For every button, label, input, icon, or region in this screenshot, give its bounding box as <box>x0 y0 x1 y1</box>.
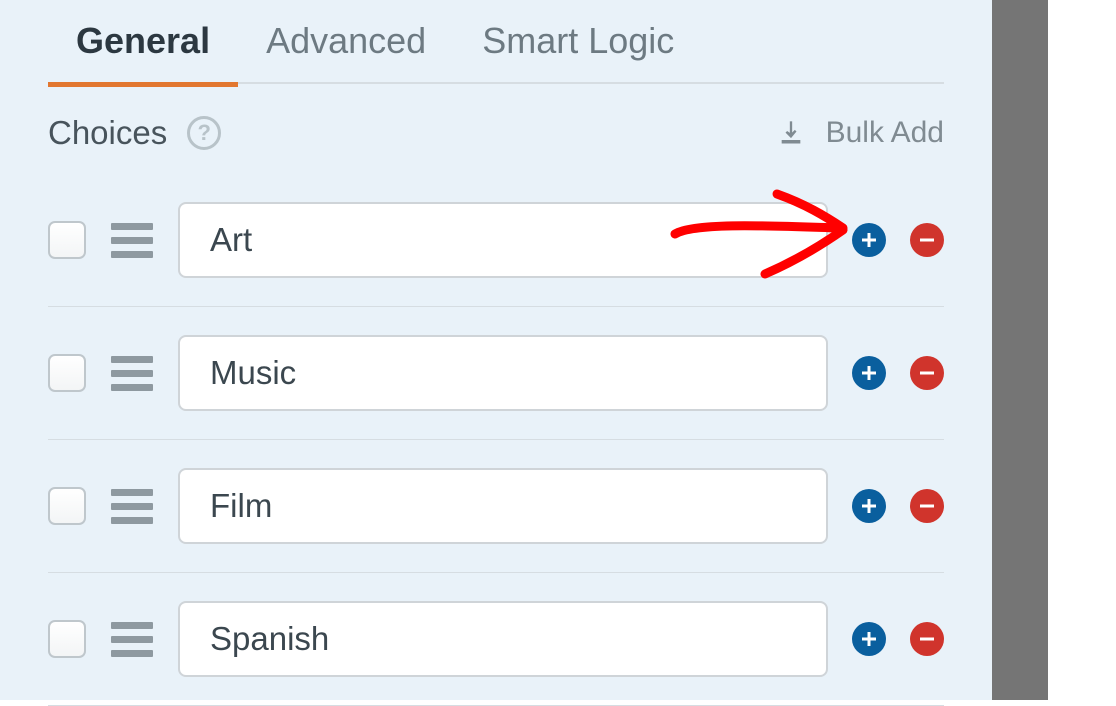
choice-input[interactable] <box>178 335 828 411</box>
choices-label-group: Choices ? <box>48 114 221 152</box>
download-icon <box>776 119 806 147</box>
choice-row <box>48 174 944 307</box>
tab-advanced[interactable]: Advanced <box>266 20 426 82</box>
choices-label: Choices <box>48 114 167 152</box>
right-gutter <box>1048 0 1116 700</box>
bulk-add-label: Bulk Add <box>826 116 944 150</box>
remove-choice-button[interactable] <box>910 223 944 257</box>
choice-row <box>48 307 944 440</box>
choice-row <box>48 573 944 706</box>
settings-panel: General Advanced Smart Logic Choices ? B… <box>0 0 992 700</box>
drag-handle-icon[interactable] <box>110 489 154 524</box>
remove-choice-button[interactable] <box>910 622 944 656</box>
choice-input[interactable] <box>178 468 828 544</box>
choice-default-checkbox[interactable] <box>48 221 86 259</box>
tab-general[interactable]: General <box>76 20 210 82</box>
choice-input[interactable] <box>178 601 828 677</box>
scrollbar-track[interactable] <box>992 0 1048 700</box>
choices-header: Choices ? Bulk Add <box>48 84 944 174</box>
bulk-add-button[interactable]: Bulk Add <box>776 116 944 150</box>
drag-handle-icon[interactable] <box>110 223 154 258</box>
drag-handle-icon[interactable] <box>110 622 154 657</box>
tab-smart-logic[interactable]: Smart Logic <box>482 20 674 82</box>
choice-input[interactable] <box>178 202 828 278</box>
tabs-bar: General Advanced Smart Logic <box>48 0 944 84</box>
choice-row <box>48 440 944 573</box>
add-choice-button[interactable] <box>852 622 886 656</box>
choice-default-checkbox[interactable] <box>48 354 86 392</box>
remove-choice-button[interactable] <box>910 489 944 523</box>
choice-default-checkbox[interactable] <box>48 487 86 525</box>
help-icon[interactable]: ? <box>187 116 221 150</box>
choice-default-checkbox[interactable] <box>48 620 86 658</box>
remove-choice-button[interactable] <box>910 356 944 390</box>
drag-handle-icon[interactable] <box>110 356 154 391</box>
add-choice-button[interactable] <box>852 356 886 390</box>
add-choice-button[interactable] <box>852 489 886 523</box>
add-choice-button[interactable] <box>852 223 886 257</box>
